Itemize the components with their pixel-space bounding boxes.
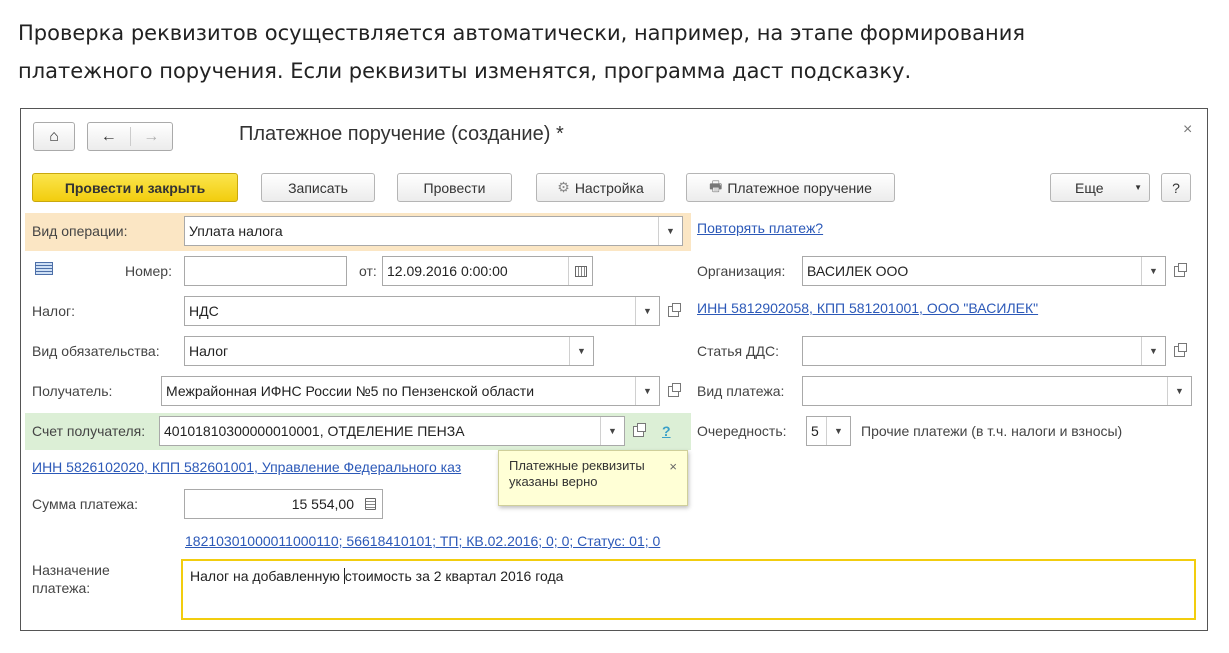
sum-value: 15 554,00 [291,496,354,512]
settings-label: Настройка [574,179,644,196]
budget-details-link[interactable]: 18210301000011000110; 56618410101; ТП; К… [185,531,660,551]
tooltip-line-1: Платежные реквизиты [509,458,645,473]
account-select[interactable]: 40101810300000010001, ОТДЕЛЕНИЕ ПЕНЗА ▼ [159,416,625,446]
organization-details-link[interactable]: ИНН 5812902058, КПП 581201001, ООО "ВАСИ… [697,298,1038,318]
recipient-details-link[interactable]: ИНН 5826102020, КПП 582601001, Управлени… [32,457,461,477]
chevron-down-icon[interactable]: ▼ [635,297,659,325]
open-recipient-icon[interactable] [662,379,684,403]
open-tax-icon[interactable] [662,299,684,323]
caption-line-2: платежного поручения. Если реквизиты изм… [18,59,912,83]
calendar-icon[interactable] [568,257,592,285]
sum-label: Сумма платежа: [32,496,139,512]
dds-label: Статья ДДС: [697,343,779,359]
date-label: от: [359,263,377,279]
caption-line-1: Проверка реквизитов осуществляется автом… [18,21,1025,45]
account-value: 40101810300000010001, ОТДЕЛЕНИЕ ПЕНЗА [164,423,465,439]
save-button[interactable]: Записать [261,173,375,202]
print-label: Платежное поручение [727,179,872,196]
purpose-text-start: Налог на добавленную [190,568,344,584]
account-label: Счет получателя: [32,423,146,439]
chevron-down-icon[interactable]: ▼ [1167,377,1191,405]
home-button[interactable]: ⌂ [33,122,75,151]
recipient-select[interactable]: Межрайонная ИФНС России №5 по Пензенской… [161,376,660,406]
op-type-label: Вид операции: [32,223,128,239]
purpose-label-line-2: платежа: [32,580,91,596]
purpose-label: Назначение платежа: [32,561,110,597]
payment-order-window: ⌂ ← → Платежное поручение (создание) * ×… [20,108,1208,631]
number-input[interactable] [184,256,347,286]
date-input[interactable]: 12.09.2016 0:00:00 [382,256,593,286]
tax-select[interactable]: НДС ▼ [184,296,660,326]
chevron-down-icon[interactable]: ▼ [826,417,850,445]
more-button[interactable]: Еще ▼ [1050,173,1150,202]
post-button[interactable]: Провести [397,173,512,202]
validation-tooltip: Платежные реквизиты указаны верно × [498,450,688,506]
tooltip-line-2: указаны верно [509,474,598,489]
op-type-value: Уплата налога [189,223,283,239]
priority-label: Очередность: [697,423,787,439]
organization-label: Организация: [697,263,786,279]
settings-button[interactable]: ⚙ Настройка [536,173,665,202]
home-icon: ⌂ [49,127,59,145]
recipient-value: Межрайонная ИФНС России №5 по Пензенской… [166,383,535,399]
payment-type-select[interactable]: ▼ [802,376,1192,406]
calculator-icon[interactable] [358,490,382,518]
help-button[interactable]: ? [1161,173,1191,202]
obligation-label: Вид обязательства: [32,343,160,359]
priority-value: 5 [811,423,819,439]
sum-input[interactable]: 15 554,00 [184,489,383,519]
payment-type-label: Вид платежа: [697,383,785,399]
open-organization-icon[interactable] [1168,259,1190,283]
tax-label: Налог: [32,303,76,319]
chevron-down-icon[interactable]: ▼ [658,217,682,245]
open-dds-icon[interactable] [1168,339,1190,363]
obligation-select[interactable]: Налог ▼ [184,336,594,366]
chevron-down-icon[interactable]: ▼ [635,377,659,405]
forward-arrow-icon[interactable]: → [131,123,173,150]
history-nav: ← → [87,122,173,151]
account-help-link[interactable]: ? [662,421,671,441]
chevron-down-icon[interactable]: ▼ [600,417,624,445]
post-and-close-button[interactable]: Провести и закрыть [32,173,238,202]
priority-select[interactable]: 5 ▼ [806,416,851,446]
chevron-down-icon[interactable]: ▼ [569,337,593,365]
organization-select[interactable]: ВАСИЛЕК ООО ▼ [802,256,1166,286]
purpose-label-line-1: Назначение [32,562,110,578]
obligation-value: Налог [189,343,229,359]
chevron-down-icon[interactable]: ▼ [1141,337,1165,365]
caption-text: Проверка реквизитов осуществляется автом… [18,14,1218,90]
priority-description: Прочие платежи (в т.ч. налоги и взносы) [861,423,1123,439]
purpose-text-end: стоимость за 2 квартал 2016 года [344,568,564,584]
gear-icon: ⚙ [557,179,570,195]
chevron-down-icon: ▼ [1134,183,1142,192]
print-payment-order-button[interactable]: 🖶 Платежное поручение [686,173,895,202]
purpose-textarea[interactable]: Налог на добавленную стоимость за 2 квар… [181,559,1196,620]
list-icon[interactable] [35,262,53,275]
printer-icon: 🖶 [709,177,723,194]
dds-select[interactable]: ▼ [802,336,1166,366]
recipient-label: Получатель: [32,383,113,399]
tooltip-close-icon[interactable]: × [669,459,677,475]
more-label: Еще [1075,179,1104,196]
back-arrow-icon[interactable]: ← [88,123,130,150]
window-title: Платежное поручение (создание) * [239,123,564,145]
op-type-select[interactable]: Уплата налога ▼ [184,216,683,246]
tax-value: НДС [189,303,219,319]
close-icon[interactable]: × [1183,121,1192,139]
number-label: Номер: [125,263,172,279]
chevron-down-icon[interactable]: ▼ [1141,257,1165,285]
organization-value: ВАСИЛЕК ООО [807,263,909,279]
open-account-icon[interactable] [627,419,649,443]
repeat-payment-link[interactable]: Повторять платеж? [697,218,823,238]
date-value: 12.09.2016 0:00:00 [387,263,508,279]
